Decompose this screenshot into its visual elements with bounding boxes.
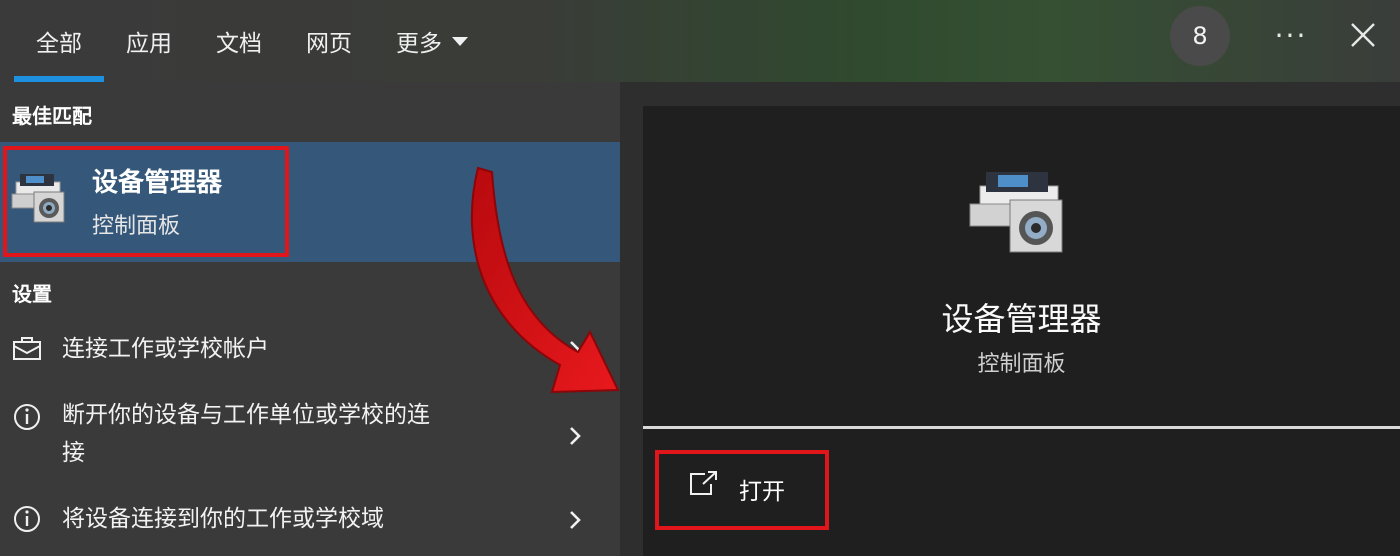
device-manager-icon [969,172,1063,253]
tab-web-label: 网页 [306,31,352,57]
tab-more-label: 更多 [396,31,442,57]
best-match-title: 设备管理器 [92,168,223,198]
tab-apps-label: 应用 [126,31,172,57]
settings-item-label-line2: 接 [62,440,85,466]
ellipsis-icon: ··· [1274,18,1308,52]
chevron-down-icon [452,36,468,46]
settings-item-label: 断开你的设备与工作单位或学校的连 接 [62,396,430,472]
tab-documents-label: 文档 [216,31,262,57]
tab-apps[interactable]: 应用 [104,0,194,82]
detail-title: 设备管理器 [941,300,1102,338]
settings-heading: 设置 [12,282,52,306]
chevron-right-icon [570,427,581,445]
divider [643,426,1400,429]
close-button[interactable] [1340,10,1386,60]
settings-item-label-line1: 断开你的设备与工作单位或学校的连 [62,402,430,428]
red-arrow-annotation [470,166,620,394]
briefcase-icon [13,337,41,360]
settings-item-label: 将设备连接到你的工作或学校域 [62,506,384,532]
rewards-badge[interactable]: 8 [1170,6,1230,66]
chevron-right-icon [570,511,581,529]
search-filter-bar: 全部 应用 文档 网页 更多 8 ··· [0,0,1400,82]
open-button[interactable]: 打开 [655,450,829,530]
open-external-icon [690,471,717,495]
tab-all[interactable]: 全部 [14,0,104,82]
app-detail-card: 设备管理器 控制面板 打开 [643,106,1400,556]
rewards-count: 8 [1192,22,1208,50]
best-match-heading: 最佳匹配 [12,104,92,128]
more-options-button[interactable]: ··· [1262,12,1320,58]
tab-more[interactable]: 更多 [374,0,490,82]
settings-item-label: 连接工作或学校帐户 [62,336,269,362]
device-manager-icon [11,174,65,223]
settings-item-connect-domain[interactable]: 将设备连接到你的工作或学校域 [0,500,620,544]
close-icon [1351,23,1375,47]
detail-subtitle: 控制面板 [977,352,1066,377]
tab-web[interactable]: 网页 [284,0,374,82]
info-icon [14,506,40,532]
info-icon [14,404,40,430]
tab-all-label: 全部 [36,31,82,57]
filter-tabs: 全部 应用 文档 网页 更多 [14,0,490,82]
best-match-subtitle: 控制面板 [92,214,181,239]
open-button-label: 打开 [739,479,785,505]
tab-documents[interactable]: 文档 [194,0,284,82]
